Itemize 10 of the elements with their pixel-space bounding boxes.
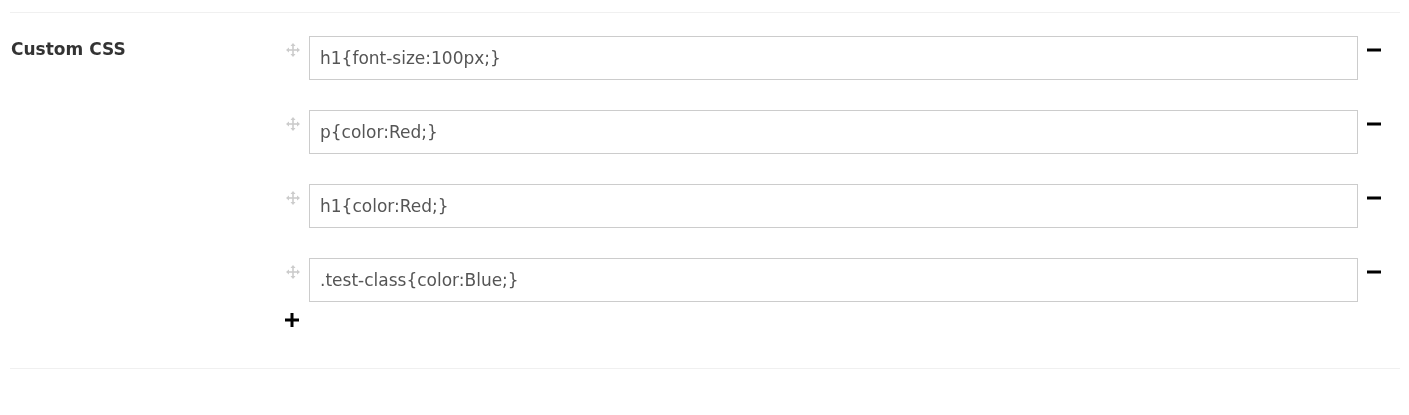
drag-handle-icon[interactable] [286,265,300,279]
drag-handle-icon[interactable] [286,117,300,131]
css-rule-field[interactable]: h1{color:Red;} [309,184,1358,228]
css-rule-field[interactable]: p{color:Red;} [309,110,1358,154]
css-rule-field[interactable]: .test-class{color:Blue;} [309,258,1358,302]
field-label: Custom CSS [11,38,127,61]
drag-handle-icon[interactable] [286,191,300,205]
drag-handle-icon[interactable] [286,43,300,57]
add-icon[interactable] [285,313,299,327]
css-rule-field[interactable]: h1{font-size:100px;} [309,36,1358,80]
